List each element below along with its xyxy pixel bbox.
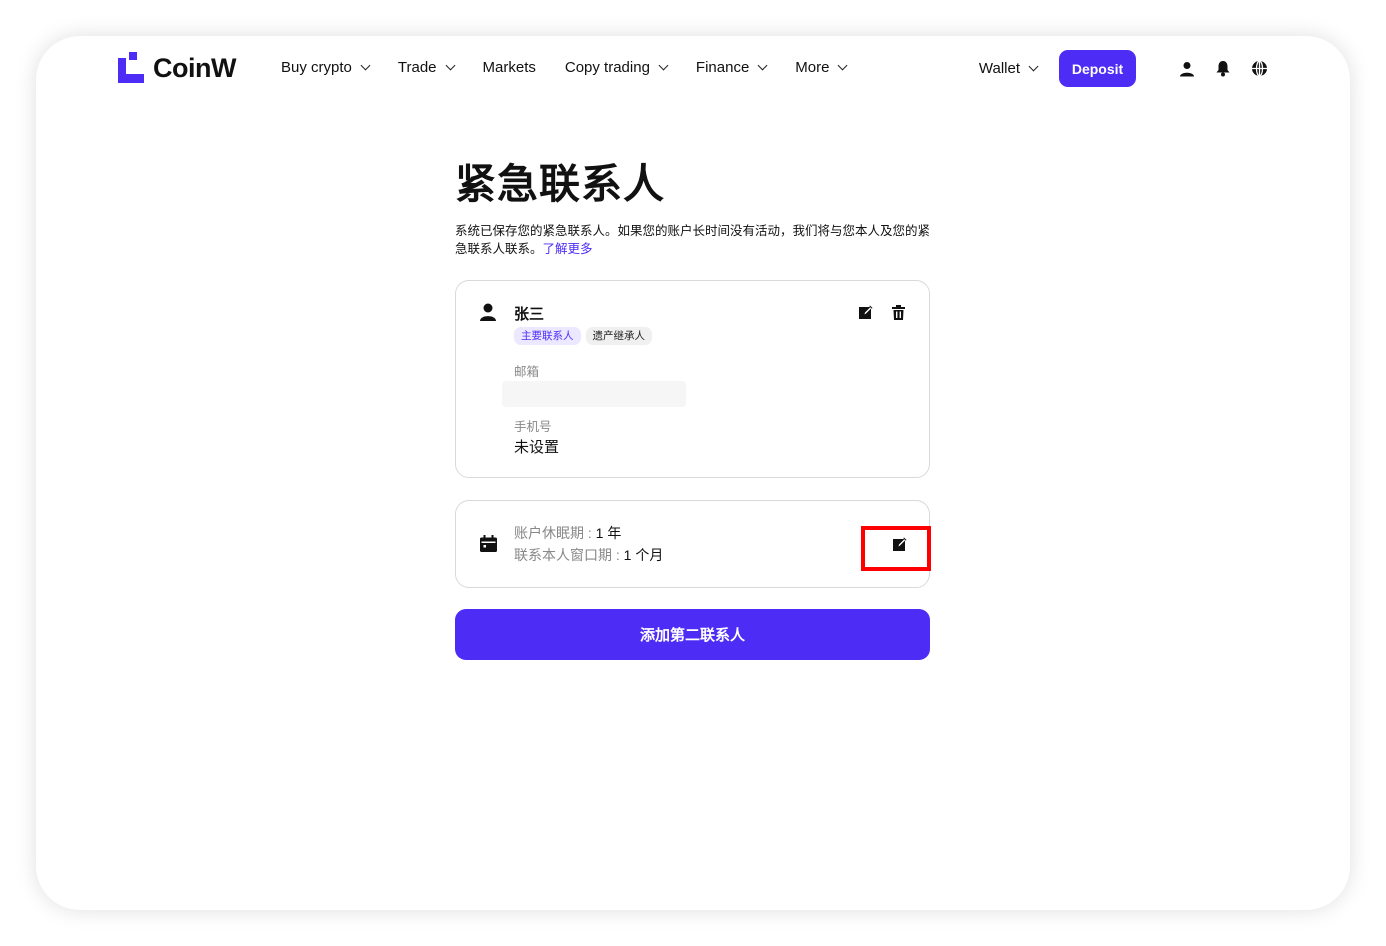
top-navbar: CoinW Buy crypto Trade Markets Copy trad…	[36, 36, 1350, 102]
chevron-down-icon	[658, 60, 669, 71]
learn-more-link[interactable]: 了解更多	[543, 242, 593, 256]
edit-contact-icon[interactable]	[858, 305, 873, 325]
app-window: CoinW Buy crypto Trade Markets Copy trad…	[36, 36, 1350, 910]
dormancy-value: 1 年	[595, 525, 622, 541]
chevron-down-icon	[757, 60, 768, 71]
contact-window-period: 联系本人窗口期 : 1 个月	[514, 545, 663, 565]
nav-label: Buy crypto	[281, 59, 352, 76]
emergency-contact-section: 紧急联系人 系统已保存您的紧急联系人。如果您的账户长时间没有活动，我们将与您本人…	[455, 156, 931, 660]
nav-finance[interactable]: Finance	[695, 59, 768, 76]
wallet-label: Wallet	[978, 60, 1020, 77]
wallet-menu[interactable]: Wallet	[978, 60, 1039, 77]
nav-more[interactable]: More	[795, 59, 848, 76]
logo[interactable]: CoinW	[118, 52, 236, 84]
nav-label: Finance	[695, 59, 750, 76]
user-icon[interactable]	[1178, 60, 1196, 78]
chevron-down-icon	[445, 60, 455, 71]
chevron-down-icon	[360, 60, 371, 71]
nav-copy-trading[interactable]: Copy trading	[564, 59, 669, 76]
add-second-contact-button[interactable]: 添加第二联系人	[455, 609, 930, 660]
description-text: 系统已保存您的紧急联系人。如果您的账户长时间没有活动，我们将与您本人及您的紧急联…	[455, 224, 931, 256]
brand-name: CoinW	[153, 52, 236, 83]
nav-label: Trade	[397, 59, 437, 76]
header-actions: Wallet Deposit	[979, 50, 1268, 87]
window-label: 联系本人窗口期 :	[514, 547, 624, 563]
tag-primary-contact: 主要联系人	[514, 327, 581, 345]
email-value	[502, 381, 686, 407]
dormancy-label: 账户休眠期 :	[514, 525, 596, 541]
coinw-logo-icon	[118, 52, 144, 83]
page-description: 系统已保存您的紧急联系人。如果您的账户长时间没有活动，我们将与您本人及您的紧急联…	[455, 222, 930, 258]
nav-label: Copy trading	[564, 59, 650, 76]
chevron-down-icon	[1028, 61, 1039, 72]
contact-name: 张三	[514, 306, 545, 323]
tag-heir: 遗产继承人	[585, 327, 652, 345]
bell-icon[interactable]	[1214, 60, 1232, 78]
main-nav: Buy crypto Trade Markets Copy trading Fi…	[281, 59, 875, 76]
deposit-button[interactable]: Deposit	[1059, 50, 1136, 87]
window-value: 1 个月	[623, 547, 664, 563]
globe-icon[interactable]	[1250, 60, 1268, 78]
contact-card: 张三 主要联系人 遗产继承人 邮箱 手机号 未设置	[455, 280, 930, 478]
nav-buy-crypto[interactable]: Buy crypto	[281, 59, 371, 76]
person-icon	[480, 303, 496, 326]
page-title: 紧急联系人	[455, 161, 665, 207]
chevron-down-icon	[838, 60, 848, 71]
phone-label: 手机号	[514, 420, 552, 434]
nav-label: More	[795, 59, 830, 76]
delete-contact-icon[interactable]	[892, 305, 905, 325]
period-settings-card: 账户休眠期 : 1 年 联系本人窗口期 : 1 个月	[455, 500, 931, 588]
email-label: 邮箱	[514, 365, 540, 379]
contact-tags: 主要联系人 遗产继承人	[514, 327, 657, 345]
nav-trade[interactable]: Trade	[397, 59, 455, 76]
dormancy-period: 账户休眠期 : 1 年	[514, 523, 621, 543]
highlight-box	[861, 526, 931, 571]
nav-label: Markets	[482, 59, 536, 76]
nav-markets[interactable]: Markets	[483, 59, 536, 76]
phone-value: 未设置	[514, 439, 560, 456]
calendar-icon	[480, 535, 497, 557]
